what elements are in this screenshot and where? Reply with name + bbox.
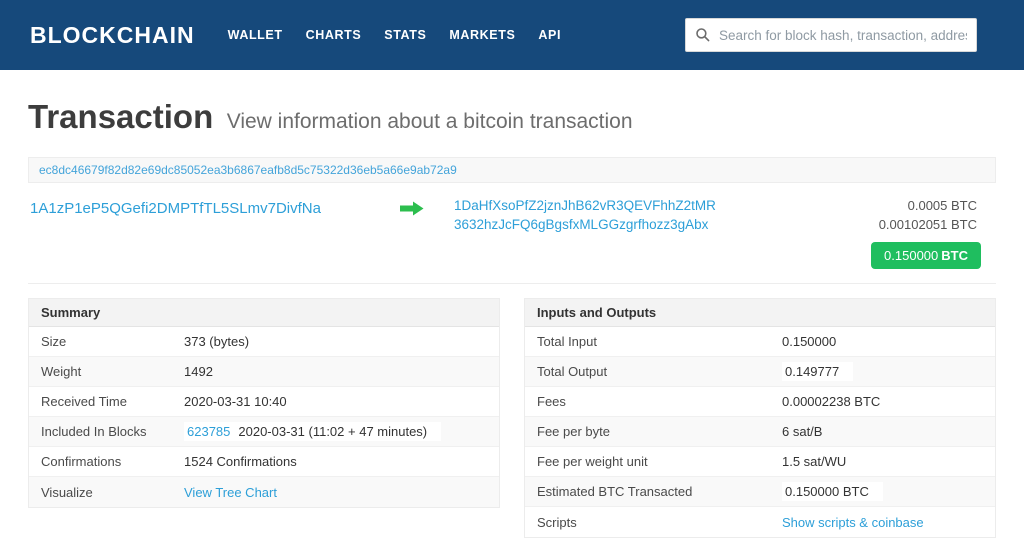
summary-panel-title: Summary (29, 299, 499, 327)
row-label: Fee per byte (537, 424, 610, 439)
badge-row: 0.150000 BTC (28, 242, 996, 269)
row-value: 1524 Confirmations (184, 454, 297, 469)
row-value: 1492 (184, 364, 213, 379)
row-label: Total Output (537, 364, 608, 379)
row-label: Received Time (41, 394, 127, 409)
nav-links: WALLET CHARTS STATS MARKETS API (228, 28, 584, 42)
transaction-box: 1A1zP1eP5QGefi2DMPTfTL5SLmv7DivfNa 1DaHf… (28, 183, 996, 284)
io-row-fee-per-weight-unit: Fee per weight unit 1.5 sat/WU (525, 447, 995, 477)
show-scripts-coinbase-link[interactable]: Show scripts & coinbase (782, 515, 924, 530)
block-number-link[interactable]: 623785 (187, 424, 230, 439)
summary-row-received-time: Received Time 2020-03-31 10:40 (29, 387, 499, 417)
summary-row-weight: Weight 1492 (29, 357, 499, 387)
summary-panel: Summary Size 373 (bytes) Weight 1492 Rec… (28, 298, 500, 508)
io-row-estimated-btc-transacted: Estimated BTC Transacted 0.150000 BTC (525, 477, 995, 507)
row-label: Scripts (537, 514, 577, 530)
summary-row-visualize: Visualize View Tree Chart (29, 477, 499, 507)
row-value: 1.5 sat/WU (782, 454, 847, 469)
io-row-scripts: Scripts Show scripts & coinbase (525, 507, 995, 537)
summary-row-size: Size 373 (bytes) (29, 327, 499, 357)
row-value: 373 (bytes) (184, 334, 250, 349)
summary-row-included-in-blocks: Included In Blocks 623785 2020-03-31 (11:… (29, 417, 499, 447)
transaction-hash-bar: ec8dc46679f82d82e69dc85052ea3b6867eafb8d… (28, 157, 996, 183)
green-arrow-icon (400, 201, 424, 216)
nav-item-api[interactable]: API (538, 28, 561, 42)
total-btc-value: 0.150000 (884, 248, 939, 263)
row-value: 6 sat/B (782, 424, 823, 439)
blockchain-logo[interactable]: BLOCKCHAIN (30, 22, 195, 49)
summary-row-confirmations: Confirmations 1524 Confirmations (29, 447, 499, 477)
row-value: 623785 2020-03-31 (11:02 + 47 minutes) (184, 422, 442, 441)
inputs-outputs-panel: Inputs and Outputs Total Input 0.150000 … (524, 298, 996, 538)
page-header: Transaction View information about a bit… (28, 98, 996, 136)
page-title: Transaction (28, 98, 214, 135)
page-content: Transaction View information about a bit… (0, 98, 1024, 538)
row-value: 2020-03-31 10:40 (184, 394, 287, 409)
row-label: Size (41, 334, 67, 349)
top-navbar: BLOCKCHAIN WALLET CHARTS STATS MARKETS A… (0, 0, 1024, 70)
tx-arrow-column (370, 196, 454, 216)
row-label: Weight (41, 364, 82, 379)
total-btc-badge[interactable]: 0.150000 BTC (871, 242, 981, 269)
summary-rows: Size 373 (bytes) Weight 1492 Received Ti… (29, 327, 499, 507)
output-address-link[interactable]: 3632hzJcFQ6gBgsfxMLGGzgrfhozz3gAbx (454, 215, 826, 234)
search-input[interactable] (719, 27, 967, 43)
search-box[interactable] (685, 18, 977, 52)
row-label: Total Input (537, 334, 597, 349)
output-amount: 0.00102051 BTC (878, 217, 977, 232)
tx-outputs-column: 1DaHfXsoPfZ2jznJhB62vR3QEVFhhZ2tMR 3632h… (454, 196, 826, 234)
tx-amounts-column: 0.0005 BTC 0.00102051 BTC (826, 196, 996, 234)
output-address-link[interactable]: 1DaHfXsoPfZ2jznJhB62vR3QEVFhhZ2tMR (454, 196, 826, 215)
row-label: Fees (537, 394, 566, 409)
row-label: Fee per weight unit (537, 454, 648, 469)
inputs-outputs-panel-title: Inputs and Outputs (525, 299, 995, 327)
block-date: 2020-03-31 (11:02 + 47 minutes) (238, 424, 428, 439)
tx-input-column: 1A1zP1eP5QGefi2DMPTfTL5SLmv7DivfNa (28, 196, 370, 218)
io-row-fees: Fees 0.00002238 BTC (525, 387, 995, 417)
page-subtitle: View information about a bitcoin transac… (226, 110, 633, 133)
io-row-total-output: Total Output 0.149777 (525, 357, 995, 387)
total-btc-unit: BTC (941, 248, 968, 263)
row-label: Included In Blocks (41, 424, 147, 439)
row-value: 0.150000 (782, 334, 837, 349)
row-label: Estimated BTC Transacted (537, 484, 693, 499)
io-row-total-input: Total Input 0.150000 (525, 327, 995, 357)
nav-item-markets[interactable]: MARKETS (449, 28, 515, 42)
nav-item-wallet[interactable]: WALLET (228, 28, 283, 42)
output-amount: 0.0005 BTC (907, 198, 977, 213)
inputs-outputs-rows: Total Input 0.150000 Total Output 0.1497… (525, 327, 995, 537)
nav-item-stats[interactable]: STATS (384, 28, 426, 42)
row-label: Confirmations (41, 454, 122, 469)
row-label: Visualize (41, 484, 93, 500)
transaction-hash-link[interactable]: ec8dc46679f82d82e69dc85052ea3b6867eafb8d… (39, 163, 457, 177)
io-row-fee-per-byte: Fee per byte 6 sat/B (525, 417, 995, 447)
view-tree-chart-link[interactable]: View Tree Chart (184, 485, 277, 500)
row-value: 0.150000 BTC (782, 482, 883, 501)
nav-item-charts[interactable]: CHARTS (306, 28, 362, 42)
row-value: 0.00002238 BTC (782, 394, 881, 409)
row-value: 0.149777 (782, 362, 854, 381)
input-address-link[interactable]: 1A1zP1eP5QGefi2DMPTfTL5SLmv7DivfNa (30, 200, 321, 217)
search-icon (696, 28, 710, 42)
